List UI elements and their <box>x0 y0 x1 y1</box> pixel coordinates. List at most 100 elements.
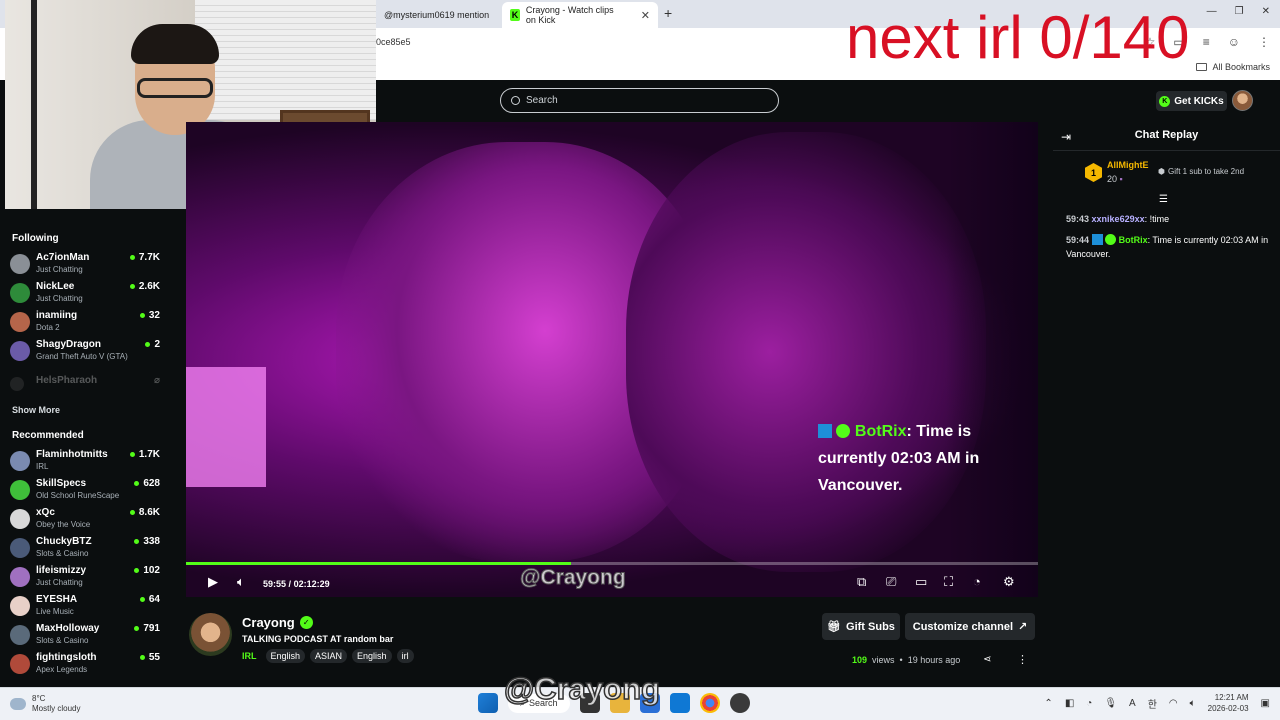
search-bar[interactable] <box>500 88 779 113</box>
viewer-count: 338 <box>134 536 160 547</box>
viewer-count-value: 102 <box>143 565 160 576</box>
webcam-person-glasses <box>137 78 213 98</box>
views-label: views <box>872 655 895 665</box>
browser-tab-mentions[interactable]: @mysterium0619 mention ✕ <box>376 2 522 28</box>
viewer-count-value: 2 <box>154 339 160 350</box>
gift-subs-button[interactable]: 🎁︎ Gift Subs <box>822 613 900 640</box>
live-dot-icon <box>134 626 140 631</box>
close-tab-icon[interactable]: ✕ <box>641 9 650 22</box>
chat-filter-icon[interactable]: ☰ <box>1159 194 1168 205</box>
tag[interactable]: irl <box>396 649 414 663</box>
sidebar-item-offline[interactable]: HelsPharaoh ⌀ <box>10 375 160 403</box>
fullscreen-icon[interactable]: ⛶ <box>944 574 953 590</box>
sidebar-item-recommended[interactable]: MaxHolloway Slots & Casino 791 <box>10 623 160 651</box>
url-text[interactable]: 0ce85e5 <box>376 37 411 47</box>
speaker-icon[interactable]: 🔈︎ <box>1190 698 1196 709</box>
search-input[interactable] <box>526 95 756 106</box>
channel-name[interactable]: Crayong <box>242 615 295 630</box>
sidebar-item-recommended[interactable]: xQc Obey the Voice 8.6K <box>10 507 160 535</box>
sidebar-item-recommended[interactable]: SkillSpecs Old School RuneScape 628 <box>10 478 160 506</box>
settings-gear-icon[interactable]: ⚙ <box>1003 574 1015 590</box>
get-kicks-button[interactable]: K Get KICKs <box>1156 91 1227 111</box>
category-link[interactable]: IRL <box>242 651 257 661</box>
chevron-up-icon[interactable]: ⌃ <box>1044 698 1052 709</box>
tag[interactable]: ASIAN <box>310 649 348 663</box>
viewer-count-value: 628 <box>143 478 160 489</box>
weather-temp: 8°C <box>32 694 46 703</box>
overlay-chat-user: BotRix <box>854 423 907 440</box>
font-icon[interactable]: A <box>1129 698 1136 709</box>
sidebar-item-following[interactable]: ShagyDragon Grand Theft Auto V (GTA) 2 <box>10 339 160 367</box>
viewer-count: 7.7K <box>129 252 160 263</box>
top-gifter-banner[interactable]: 1 AllMightE 20 ▪ ⬢ Gift 1 sub to take 2nd <box>1085 160 1265 188</box>
sidebar-item-recommended[interactable]: EYESHA Live Music 64 <box>10 594 160 622</box>
wifi-icon[interactable]: ◠ <box>1169 698 1178 709</box>
minimize-icon[interactable]: — <box>1207 6 1217 17</box>
sidebar-icon[interactable]: ≡ <box>1203 35 1210 49</box>
sidebar-item-following[interactable]: inamiing Dota 2 32 <box>10 310 160 338</box>
browser-tab-crayong[interactable]: K Crayong - Watch clips on Kick ✕ <box>502 2 658 28</box>
channel-name: ShagyDragon <box>36 339 102 350</box>
viewer-count: 628 <box>134 478 160 489</box>
live-dot-icon <box>129 284 135 289</box>
video-player[interactable]: BotRix: Time is currently 02:03 AM in Va… <box>186 122 1038 597</box>
playback-speed-icon[interactable]: ◔ <box>973 574 981 589</box>
more-options-icon[interactable]: ⋮ <box>1017 653 1028 666</box>
channel-avatar[interactable] <box>189 613 232 656</box>
volume-icon[interactable]: 🔈︎ <box>237 574 245 590</box>
microphone-icon[interactable]: 🎙︎ <box>1104 698 1117 709</box>
channel-name: Ac7ionMan <box>36 252 90 263</box>
viewer-count: 102 <box>134 565 160 576</box>
menu-kebab-icon[interactable]: ⋮ <box>1258 35 1270 49</box>
sidebar-item-following[interactable]: Ac7ionMan Just Chatting 7.7K <box>10 252 160 280</box>
clip-icon[interactable]: ⎚ <box>886 574 896 590</box>
outlook-icon[interactable] <box>669 693 690 713</box>
notifications-icon[interactable]: ▣ <box>1261 698 1270 709</box>
tray-app-icon[interactable]: ◧ <box>1065 698 1074 709</box>
network-icon[interactable]: ◔ <box>1086 698 1092 709</box>
viewer-count: 791 <box>134 623 160 634</box>
sidebar-item-recommended[interactable]: fightingsloth Apex Legends 55 <box>10 652 160 680</box>
chat-divider <box>1053 150 1280 151</box>
channel-avatar <box>10 254 30 274</box>
sidebar-item-recommended[interactable]: lifeismizzy Just Chatting 102 <box>10 565 160 593</box>
video-progress-bar[interactable] <box>186 562 1038 565</box>
channel-avatar <box>10 480 30 500</box>
channel-name: inamiing <box>36 310 78 321</box>
all-bookmarks-button[interactable]: All Bookmarks <box>1196 62 1270 72</box>
sidebar-item-recommended[interactable]: Flaminhotmitts IRL 1.7K <box>10 449 160 477</box>
tag[interactable]: English <box>352 649 392 663</box>
customize-channel-button[interactable]: Customize channel ↗ <box>905 613 1035 640</box>
video-shadow <box>946 122 1038 597</box>
theater-mode-icon[interactable]: ▭ <box>915 574 927 590</box>
channel-category: Live Music <box>36 607 74 616</box>
chat-username[interactable]: xxnike629xx <box>1092 214 1145 224</box>
show-more-link[interactable]: Show More <box>12 405 60 415</box>
tag[interactable]: English <box>265 649 306 663</box>
new-tab-button[interactable]: + <box>664 5 672 21</box>
share-icon[interactable]: ⋖ <box>983 654 991 665</box>
restore-icon[interactable]: ❐ <box>1235 6 1244 17</box>
clock[interactable]: 12:21 AM 2026-02-03 <box>1208 692 1249 714</box>
weather-widget[interactable]: 8°C Mostly cloudy <box>10 694 80 714</box>
play-icon[interactable]: ▶ <box>208 574 218 590</box>
channel-name: SkillSpecs <box>36 478 87 489</box>
windows-start-icon[interactable] <box>478 693 498 713</box>
chat-replay-panel: ⇥ Chat Replay 1 AllMightE 20 ▪ ⬢ Gift 1 s… <box>1053 120 1280 687</box>
chat-username[interactable]: BotRix <box>1119 235 1148 245</box>
views-count: 109 <box>852 655 868 665</box>
chat-message: 59:43 xxnike629xx: !time <box>1066 214 1170 224</box>
gift-cta[interactable]: ⬢ Gift 1 sub to take 2nd <box>1158 167 1244 176</box>
chrome-icon[interactable] <box>699 693 720 713</box>
miniplayer-icon[interactable]: ⧉ <box>857 574 866 590</box>
user-avatar[interactable] <box>1232 90 1253 111</box>
gift-icon: ▪ <box>1119 174 1123 184</box>
sidebar-item-following[interactable]: NickLee Just Chatting 2.6K <box>10 281 160 309</box>
input-method-icon[interactable]: 한 <box>1148 696 1157 711</box>
close-window-icon[interactable]: ✕ <box>1262 6 1270 17</box>
sidebar-item-recommended[interactable]: ChuckyBTZ Slots & Casino 338 <box>10 536 160 564</box>
obs-icon[interactable] <box>729 693 750 713</box>
live-dot-icon <box>129 255 135 260</box>
window-controls: — ❐ ✕ <box>1207 6 1270 17</box>
profile-icon[interactable]: ☺ <box>1228 35 1240 49</box>
